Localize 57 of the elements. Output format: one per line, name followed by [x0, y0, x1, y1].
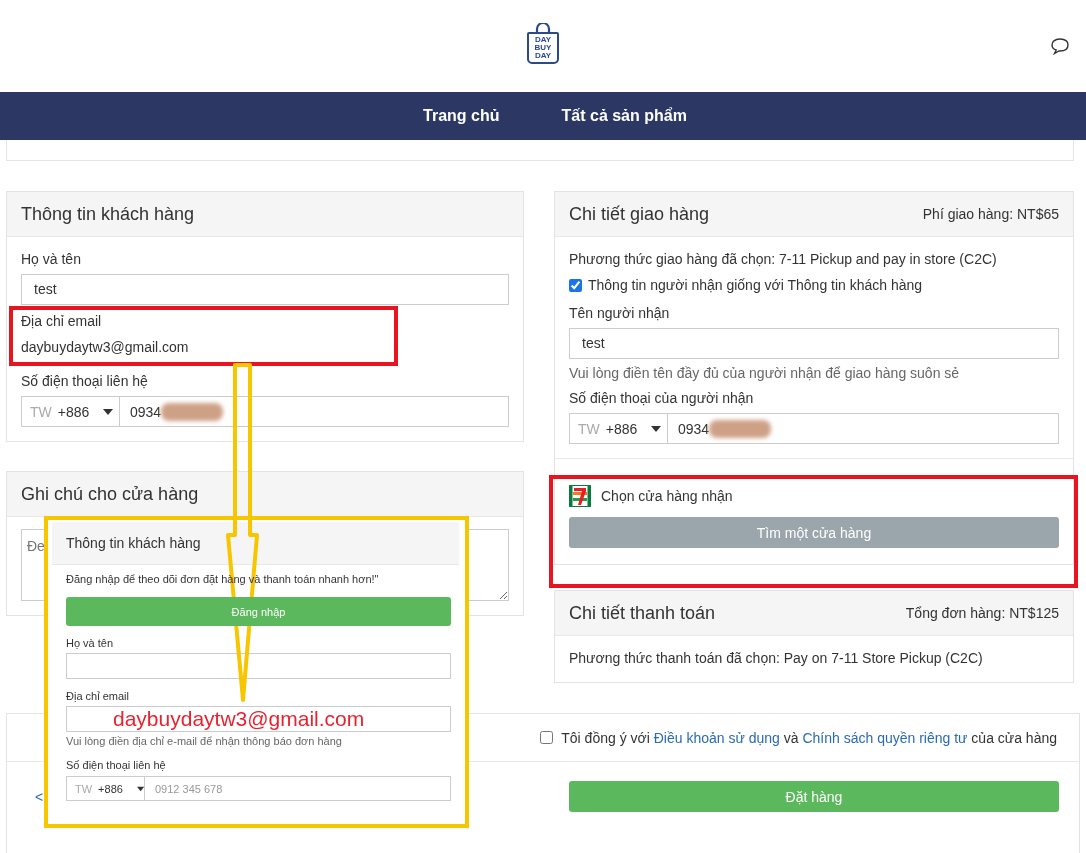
checkbox[interactable]	[569, 278, 582, 292]
logo-text: BUY	[534, 43, 552, 52]
payment-method: Phương thức thanh toán đã chọn: Pay on 7-11 Store Pickup (C2C)	[569, 649, 984, 668]
terms-text: Tôi đồng ý với Điều khoản sử dụng và Chính sách quyền riêng tư của cửa hàng	[561, 729, 1057, 746]
phone-field[interactable]: TW +886 0934	[21, 396, 509, 427]
input-field[interactable]: daybuydaytw3@gmail.com	[66, 706, 451, 732]
card-title: Chi tiết thanh toán	[569, 602, 716, 624]
chat-icon	[1050, 37, 1070, 55]
redaction-blur	[161, 402, 224, 421]
placeholder-text: 0912 345 678	[155, 782, 223, 795]
store-logo-icon	[569, 485, 591, 507]
field-label: Số điện thoại liên hệ	[21, 372, 149, 391]
field-label: Số điện thoại liên hệ	[66, 758, 167, 772]
input-field[interactable]	[66, 653, 451, 679]
redaction-blur	[709, 419, 772, 438]
field-label: Tên người nhận	[569, 304, 671, 323]
help-text: Vui lòng điền địa chỉ e-mail để nhận thông báo đơn hàng	[66, 734, 343, 748]
field-label: Địa chỉ email	[66, 689, 130, 703]
email-value: daybuydaytw3@gmail.com	[21, 338, 190, 357]
link[interactable]: Điều khoản sử dụng	[653, 729, 780, 746]
header-amount: Phí giao hàng: NT$65	[922, 206, 1059, 222]
card-title: Thông tin khách hàng	[66, 535, 201, 551]
header-amount: Tổng đơn hàng: NT$125	[905, 605, 1059, 621]
help-text: Vui lòng điền tên đầy đủ của người nhận để giao hàng suôn sẻ	[569, 364, 961, 382]
dial-code: +886	[57, 403, 90, 420]
caret-icon	[103, 408, 114, 415]
nav-link[interactable]: Tất cả sản phẩm	[537, 107, 687, 125]
annotation-text: daybuydaytw3@gmail.com	[113, 707, 365, 731]
input-field[interactable]: test	[21, 274, 509, 305]
card-title: Chi tiết giao hàng	[569, 203, 710, 225]
shipping-method: Phương thức giao hàng đã chọn: 7-11 Pickup and pay in store (C2C)	[569, 250, 998, 269]
phone-value: 0934	[678, 420, 710, 437]
country-code: TW	[30, 403, 52, 420]
field-label: Họ và tên	[66, 636, 115, 650]
nav-link[interactable]: Trang chủ	[399, 107, 500, 125]
link[interactable]: Chính sách quyền riêng tư	[802, 729, 968, 746]
dial-code: +886	[98, 782, 123, 795]
logo-text: DAY	[534, 35, 552, 44]
input-field[interactable]: test	[569, 328, 1059, 359]
country-code: TW	[75, 782, 93, 795]
dial-code: +886	[605, 420, 638, 437]
back-link[interactable]: <	[35, 788, 44, 805]
field-label: Địa chỉ email	[21, 312, 103, 331]
checkbox-label: Thông tin người nhận giống với Thông tin khách hàng	[588, 277, 923, 293]
phone-field[interactable]: TW +886 0912 345 678	[66, 776, 451, 801]
caret-icon	[136, 785, 144, 792]
card-title: Thông tin khách hàng	[21, 203, 195, 225]
phone-field[interactable]: TW +886 0934	[569, 413, 1059, 444]
card-title: Ghi chú cho cửa hàng	[21, 483, 199, 505]
store-label: Chọn cửa hàng nhận	[601, 488, 733, 504]
field-label: Số điện thoại của người nhận	[569, 389, 755, 408]
phone-value: 0934	[130, 403, 162, 420]
checkbox[interactable]	[540, 731, 554, 744]
caret-icon	[651, 425, 662, 432]
country-code: TW	[578, 420, 600, 437]
logo-text: DAY	[534, 51, 552, 60]
field-label: Họ và tên	[21, 250, 82, 269]
